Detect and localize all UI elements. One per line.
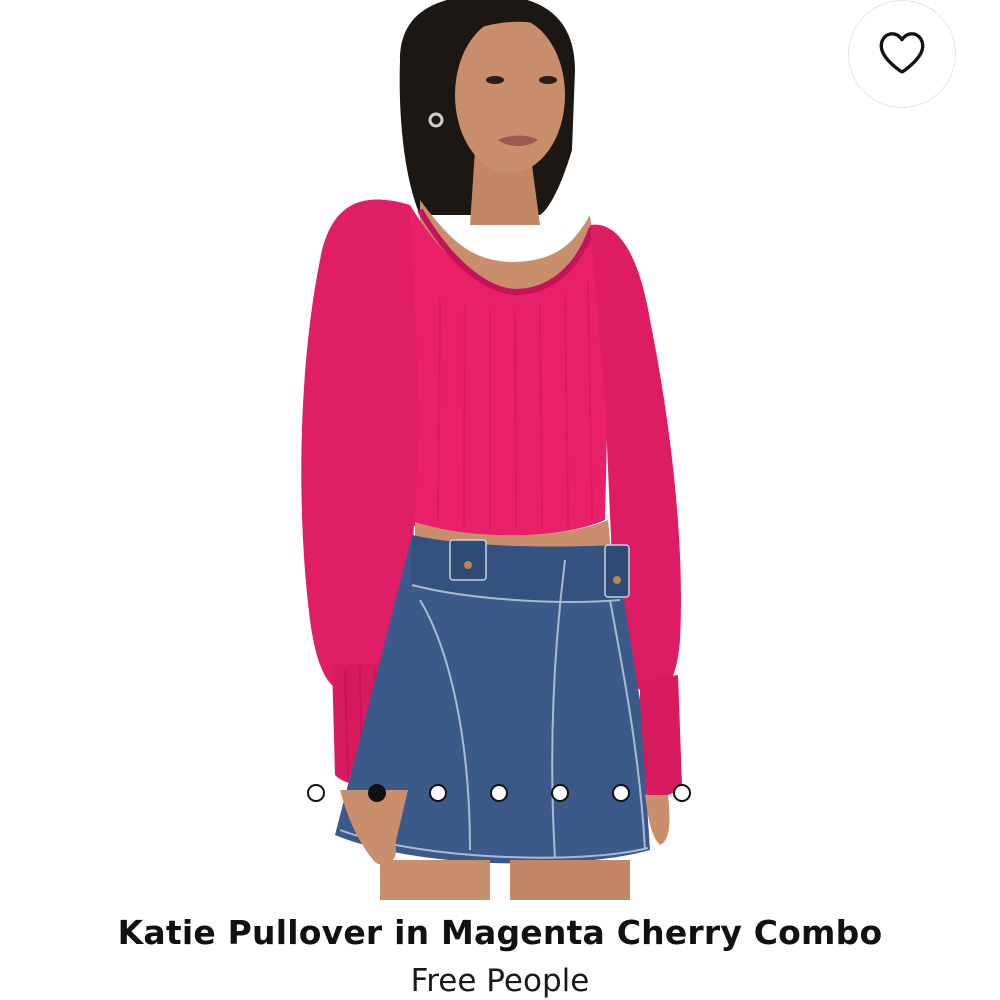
carousel-dot-1[interactable] — [307, 784, 325, 802]
carousel-dot-7[interactable] — [673, 784, 691, 802]
product-brand[interactable]: Free People — [0, 961, 1000, 1000]
carousel-dot-2[interactable] — [368, 784, 386, 802]
wishlist-button[interactable] — [848, 0, 956, 108]
product-info: Katie Pullover in Magenta Cherry Combo F… — [0, 905, 1000, 1000]
product-detail-page: Katie Pullover in Magenta Cherry Combo F… — [0, 0, 1000, 1000]
product-title: Katie Pullover in Magenta Cherry Combo — [117, 913, 883, 952]
carousel-dot-4[interactable] — [490, 784, 508, 802]
carousel-dot-3[interactable] — [429, 784, 447, 802]
carousel-dot-6[interactable] — [612, 784, 630, 802]
carousel-dot-5[interactable] — [551, 784, 569, 802]
product-image[interactable] — [0, 0, 1000, 900]
image-carousel-indicator — [300, 782, 700, 806]
heart-outline-icon — [876, 29, 928, 80]
